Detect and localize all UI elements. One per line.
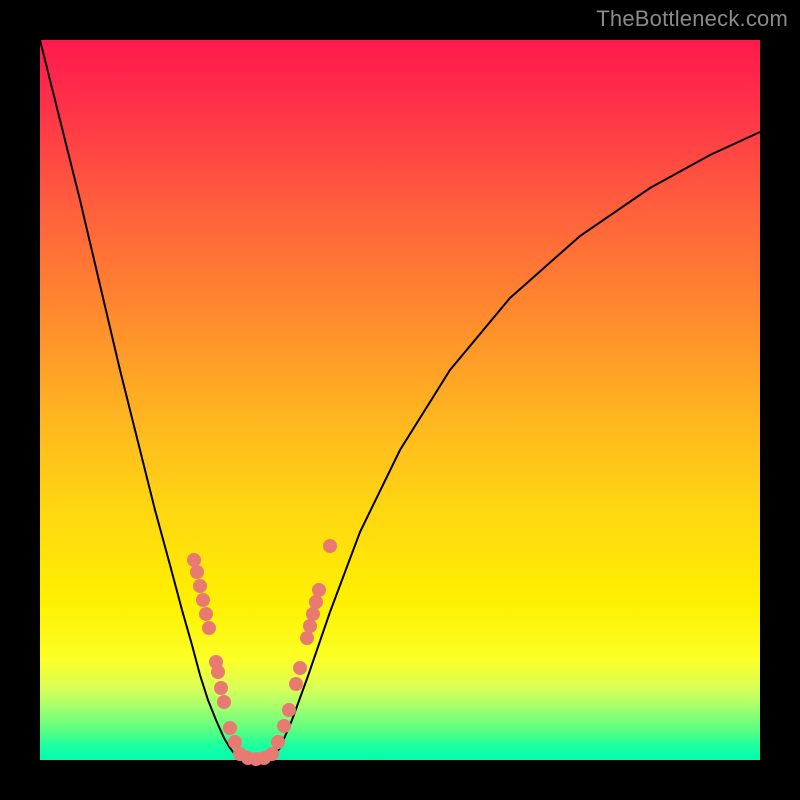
data-point [217, 695, 231, 709]
watermark-text: TheBottleneck.com [596, 6, 788, 32]
plot-area [40, 40, 760, 760]
data-point [211, 665, 225, 679]
data-point [223, 721, 237, 735]
data-point [303, 619, 317, 633]
data-point [300, 631, 314, 645]
chart-svg [40, 40, 760, 760]
curve-path [40, 40, 760, 760]
data-point [277, 719, 291, 733]
data-point [187, 553, 201, 567]
data-point [282, 703, 296, 717]
data-point [196, 593, 210, 607]
data-point [214, 681, 228, 695]
data-point [312, 583, 326, 597]
data-point [228, 735, 242, 749]
data-point [309, 595, 323, 609]
data-point [293, 661, 307, 675]
data-point [265, 747, 279, 761]
data-point [190, 565, 204, 579]
data-point [199, 607, 213, 621]
data-point [271, 735, 285, 749]
data-point [289, 677, 303, 691]
outer-frame: TheBottleneck.com [0, 0, 800, 800]
data-point [306, 607, 320, 621]
data-point [323, 539, 337, 553]
data-point [193, 579, 207, 593]
data-points [187, 539, 337, 766]
data-point [202, 621, 216, 635]
